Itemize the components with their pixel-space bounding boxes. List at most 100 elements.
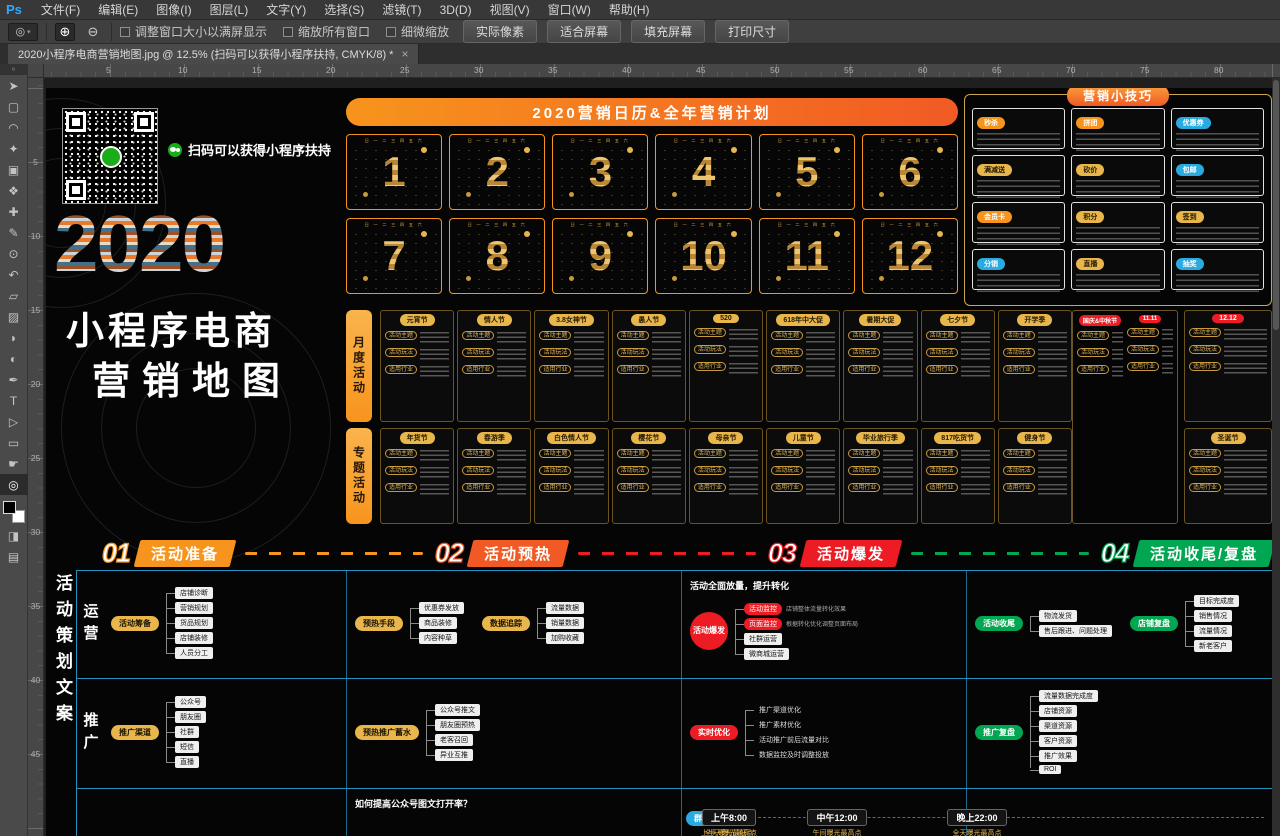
brand-block: 扫码可以获得小程序扶持 2020 小程序电商 营销地图 [46, 88, 346, 418]
options-checkbox[interactable]: 细微缩放 [386, 23, 449, 40]
activity-label: 年货节 [400, 432, 435, 444]
hand-tool[interactable]: ☛ [0, 453, 28, 474]
mindmap-root-node: 数据追踪 [482, 616, 530, 631]
menu-item[interactable]: 滤镜(T) [373, 0, 430, 20]
blur-tool[interactable]: ◗ [0, 327, 28, 348]
month-number: 2 [450, 135, 544, 209]
mindmap-node: 活动监控 店铺整体流量转化效果 [744, 603, 858, 615]
collapse-panel-icon[interactable]: » [0, 64, 28, 75]
activity-label: 国庆&中秋节 [1079, 315, 1121, 326]
month-number: 4 [656, 135, 750, 209]
field-label: 适用行业 [694, 483, 726, 492]
close-icon[interactable]: × [401, 47, 408, 61]
field-label: 活动主题 [385, 449, 417, 458]
field-text-lines [883, 484, 912, 495]
menu-item[interactable]: 3D(D) [431, 0, 481, 20]
menu-item[interactable]: 窗口(W) [539, 0, 600, 20]
activity-label: 愚人节 [631, 314, 666, 326]
field-text-lines [420, 450, 449, 461]
menu-item[interactable]: 视图(V) [481, 0, 539, 20]
options-button[interactable]: 适合屏幕 [547, 20, 621, 43]
healing-brush-tool[interactable]: ✚ [0, 201, 28, 222]
marquee-tool[interactable]: ▢ [0, 96, 28, 117]
zoom-in-button[interactable]: ⊕ [55, 23, 75, 41]
phase-cell: 如何提高公众号图文打开率？ 趣味性：图文结合，制造趣味互动热点性：借势热点事件提… [346, 789, 681, 836]
mindmap-cluster: 预热手段 优惠券发放 商品装修 [355, 602, 464, 644]
wechat-icon [168, 143, 182, 157]
shape-tool[interactable]: ▭ [0, 432, 28, 453]
menu-item[interactable]: 文件(F) [32, 0, 89, 20]
eyedropper-tool[interactable]: ❖ [0, 180, 28, 201]
lasso-tool[interactable]: ◠ [0, 117, 28, 138]
node-label: 社群 [175, 726, 199, 738]
color-swatches [3, 501, 25, 523]
menu-item[interactable]: 帮助(H) [600, 0, 659, 20]
menu-item[interactable]: 图层(L) [201, 0, 258, 20]
mindmap-children: 推广渠道优化 推广素材优化 活动推广前后流量对比 [754, 704, 834, 761]
document-tab[interactable]: 2020小程序电商营销地图.jpg @ 12.5% (扫码可以获得小程序扶持, … [8, 44, 419, 64]
dodge-tool[interactable]: ◐ [0, 348, 28, 369]
mindmap-node: 内容种草 [419, 632, 464, 644]
document-canvas[interactable]: 扫码可以获得小程序扶持 2020 小程序电商 营销地图 2020营销日历&全年营… [44, 78, 1272, 836]
mindmap-children: 店铺诊断 营销规划 货品规划 店铺装修 [175, 587, 213, 659]
field-text-lines [883, 366, 912, 377]
tool-preset-picker[interactable]: ◎ ▾ [8, 23, 38, 41]
path-selection-tool[interactable]: ▷ [0, 411, 28, 432]
qr-finder-icon [66, 180, 86, 200]
eraser-tool[interactable]: ▱ [0, 285, 28, 306]
foreground-color-swatch[interactable] [3, 501, 16, 514]
activity-fields: 活动主题 活动玩法 适用行业 [1003, 331, 1067, 377]
type-tool[interactable]: T [0, 390, 28, 411]
field-label: 活动玩法 [1189, 345, 1221, 354]
field-label: 适用行业 [926, 483, 958, 492]
mindmap-cluster: 实时优化 推广渠道优化 推广素材优化 [690, 704, 834, 761]
field-label: 活动主题 [694, 449, 726, 458]
vertical-scrollbar[interactable] [1272, 78, 1280, 836]
field-label: 活动主题 [617, 331, 649, 340]
options-checkbox[interactable]: 调整窗口大小以满屏显示 [120, 23, 267, 40]
document-tab-bar: 2020小程序电商营销地图.jpg @ 12.5% (扫码可以获得小程序扶持, … [0, 44, 1280, 64]
pen-tool[interactable]: ✒ [0, 369, 28, 390]
menu-item[interactable]: 编辑(E) [89, 0, 147, 20]
phase-header: 03 活动爆发 [768, 538, 1101, 569]
activity-label: 618年中大促 [776, 314, 830, 326]
poster-year: 2020 [54, 204, 224, 284]
poster-title-line1: 小程序电商 [66, 300, 276, 355]
quick-selection-tool[interactable]: ✦ [0, 138, 28, 159]
menu-item[interactable]: 图像(I) [147, 0, 200, 20]
activity-label: 暑期大促 [859, 314, 901, 326]
menu-item[interactable]: 选择(S) [315, 0, 373, 20]
mindmap-cluster: 活动筹备 店铺诊断 营销规划 [111, 587, 213, 659]
field-label: 适用行业 [617, 483, 649, 492]
quick-mask-button[interactable]: ◨ [0, 525, 28, 546]
mindmap-node: 朋友圈预热 [435, 719, 480, 731]
clone-stamp-tool[interactable]: ⊙ [0, 243, 28, 264]
mindmap-node: 新老客户 [1194, 640, 1239, 652]
phase-cell: 活动全面放量，提升转化 活动爆发 活动监控 [681, 571, 966, 678]
zoom-out-button[interactable]: ⊖ [83, 23, 103, 41]
month-number: 3 [553, 135, 647, 209]
field-label: 活动玩法 [848, 348, 880, 357]
options-checkbox[interactable]: 缩放所有窗口 [283, 23, 370, 40]
menu-item[interactable]: 文字(Y) [257, 0, 315, 20]
mindmap-root-node: 活动爆发 [690, 612, 728, 650]
side-vertical-label: 活动策划文案 [50, 574, 75, 730]
gradient-tool[interactable]: ▨ [0, 306, 28, 327]
options-button[interactable]: 打印尺寸 [715, 20, 789, 43]
history-brush-tool[interactable]: ↶ [0, 264, 28, 285]
scrollbar-thumb[interactable] [1273, 80, 1279, 330]
activity-fields: 活动主题 活动玩法 适用行业 [1189, 449, 1267, 495]
move-tool[interactable]: ➤ [0, 75, 28, 96]
brush-tool[interactable]: ✎ [0, 222, 28, 243]
options-button[interactable]: 填充屏幕 [631, 20, 705, 43]
activity-box: 暑期大促 活动主题 活动玩法 适用行业 [843, 310, 917, 422]
ruler-number: 25 [400, 65, 409, 75]
screen-mode-button[interactable]: ▤ [0, 546, 28, 567]
node-label: 公众号 [175, 696, 206, 708]
tip-box: 签到 [1171, 202, 1264, 243]
field-label: 活动玩法 [848, 466, 880, 475]
checkbox-icon [283, 27, 293, 37]
zoom-tool[interactable]: ◎ [0, 474, 28, 495]
options-button[interactable]: 实际像素 [463, 20, 537, 43]
crop-tool[interactable]: ▣ [0, 159, 28, 180]
